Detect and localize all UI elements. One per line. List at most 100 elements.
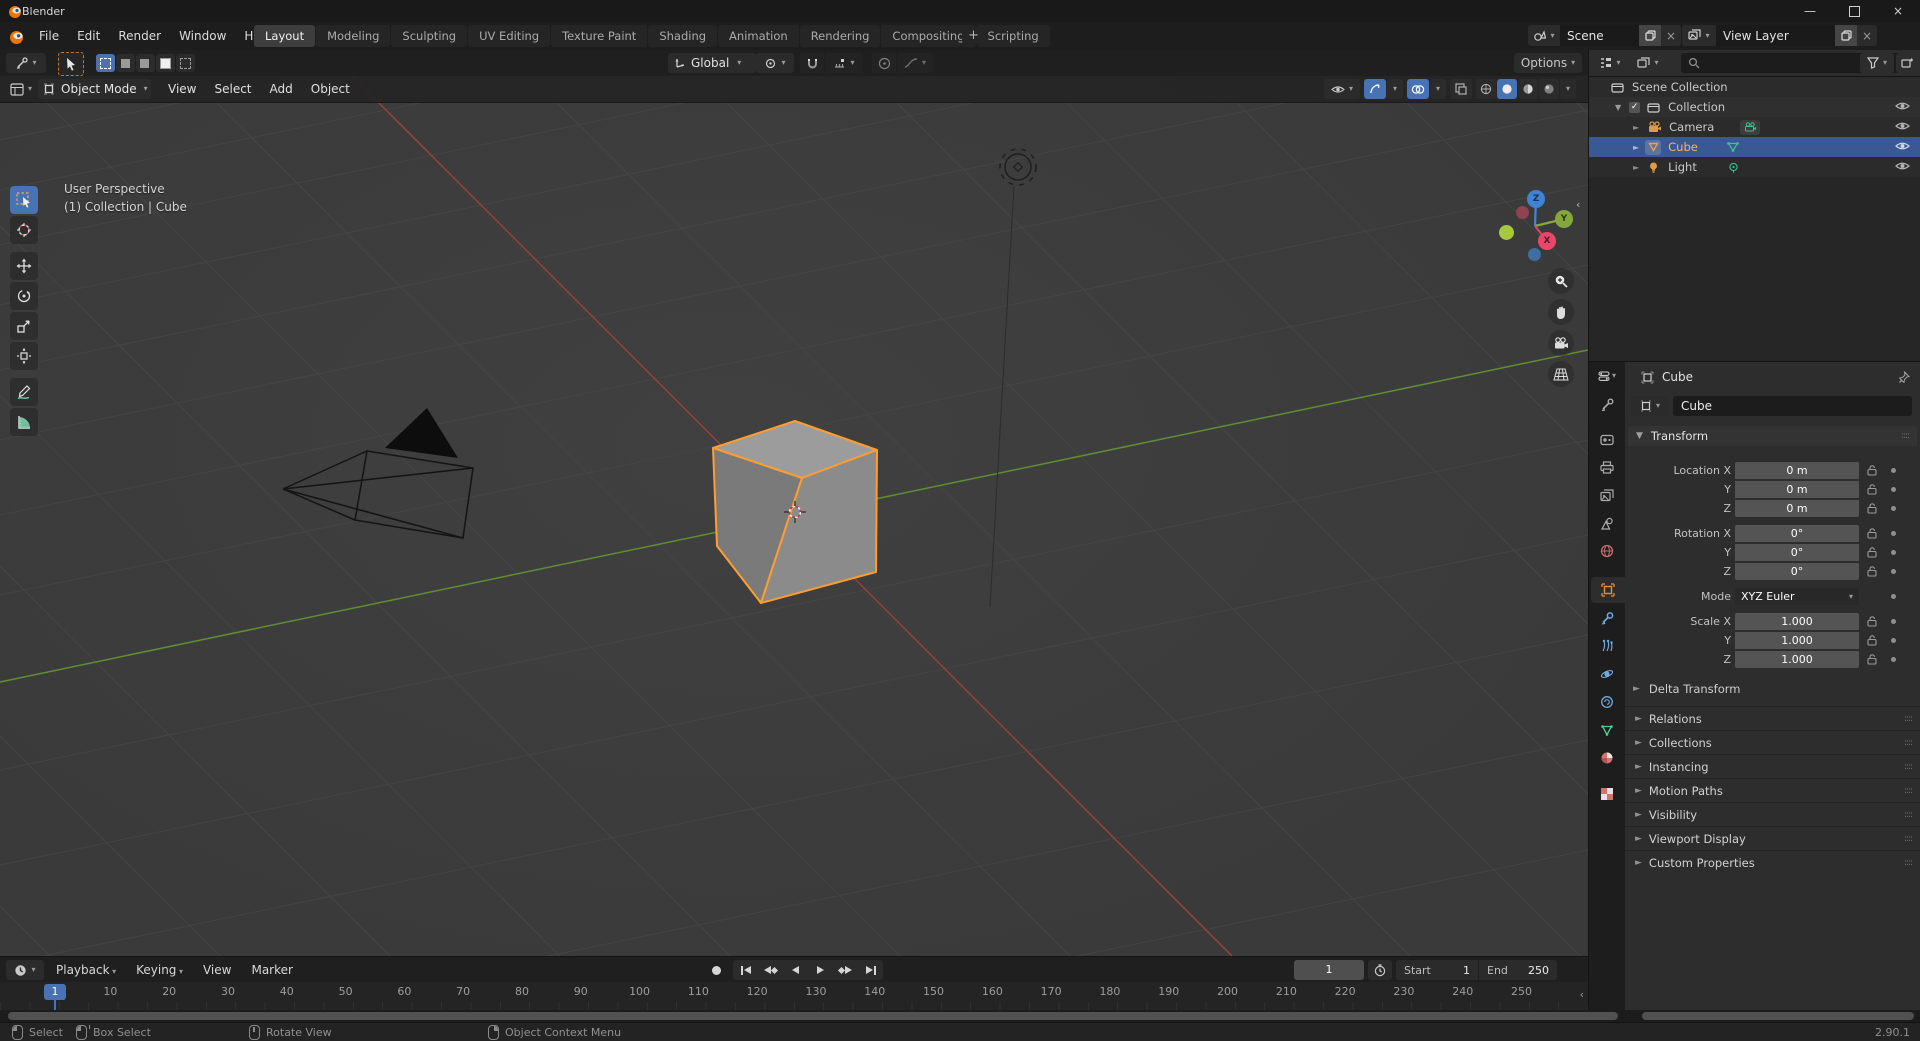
xray-toggle-icon[interactable] [1450, 79, 1472, 99]
section-motion-paths[interactable]: ► Motion Paths:::: [1625, 778, 1920, 803]
timeline-menu-item[interactable]: Keying [126, 963, 193, 977]
workspace-tab[interactable]: Rendering [799, 25, 881, 47]
outliner-row-cube[interactable]: ► Cube [1589, 137, 1920, 157]
scale-z-field[interactable]: 1.000 [1735, 651, 1859, 668]
branch-arrow-icon[interactable]: ► [1633, 123, 1639, 132]
workspace-tab[interactable]: Modeling [316, 25, 391, 47]
tool-move-button[interactable] [10, 252, 38, 280]
timeline-ruler[interactable]: 10 20 30 40 50 60 70 80 90 100 110 120 130 140 150 160 1… [0, 982, 1588, 1010]
light-data-icon[interactable] [1727, 161, 1740, 174]
menu-item[interactable]: File [30, 26, 68, 46]
location-x-field[interactable]: 0 m [1735, 462, 1859, 479]
camera-view-button[interactable] [1548, 330, 1574, 356]
select-mode-subtract-icon[interactable] [136, 54, 155, 72]
animate-dot[interactable] [1891, 657, 1896, 662]
jump-to-start-button[interactable] [733, 960, 758, 980]
properties-scrollbar[interactable] [1642, 1012, 1914, 1020]
animate-dot[interactable] [1891, 594, 1896, 599]
section-relations[interactable]: ► Relations:::: [1625, 706, 1920, 731]
gizmo-neg-x-axis[interactable] [1516, 206, 1529, 219]
snap-target-dropdown[interactable]: ▾ [825, 53, 863, 73]
object-name-input[interactable]: Cube [1673, 396, 1912, 416]
object-id-dropdown[interactable]: ▾ [1631, 396, 1669, 416]
panel-divider-outliner-props[interactable] [1589, 361, 1920, 362]
mesh-data-icon[interactable] [1726, 141, 1740, 153]
panel-divider-vertical[interactable] [1588, 50, 1589, 1010]
animate-dot[interactable] [1891, 638, 1896, 643]
use-preview-range-stopwatch-icon[interactable] [1368, 960, 1392, 980]
animate-dot[interactable] [1891, 531, 1896, 536]
add-workspace-button[interactable]: + [962, 27, 985, 44]
tool-select-box-button[interactable] [10, 186, 38, 214]
menu-item[interactable]: Edit [68, 26, 109, 46]
delta-transform-row[interactable]: ► Delta Transform [1633, 680, 1740, 698]
tab-scene-icon[interactable] [1593, 510, 1621, 536]
tool-annotate-button[interactable] [10, 378, 38, 406]
camera-data-icon[interactable] [1740, 119, 1761, 135]
shading-wireframe-icon[interactable] [1476, 79, 1496, 99]
play-button[interactable] [808, 960, 833, 980]
tool-measure-button[interactable] [10, 408, 38, 436]
section-custom-properties[interactable]: ► Custom Properties:::: [1625, 850, 1920, 875]
current-frame-field[interactable]: 1 [1294, 960, 1364, 980]
lock-icon[interactable] [1867, 528, 1877, 539]
outliner-row-scene-collection[interactable]: Scene Collection [1589, 77, 1920, 97]
gizmo-neg-z-axis[interactable] [1528, 248, 1541, 261]
new-collection-icon[interactable] [1896, 53, 1918, 73]
outliner-row-camera[interactable]: ► Camera [1589, 117, 1920, 137]
menu-item[interactable]: Render [109, 26, 170, 46]
animate-dot[interactable] [1891, 468, 1896, 473]
animate-dot[interactable] [1891, 506, 1896, 511]
expand-arrow-icon[interactable]: ▼ [1615, 103, 1621, 112]
tab-constraints-icon[interactable] [1593, 689, 1621, 715]
viewport-menu-item[interactable]: Select [205, 79, 260, 99]
tab-material-icon[interactable] [1593, 745, 1621, 771]
section-visibility[interactable]: ► Visibility:::: [1625, 802, 1920, 827]
pivot-point-dropdown[interactable]: ▾ [756, 53, 794, 73]
unlink-scene-icon[interactable]: × [1661, 25, 1681, 46]
animate-dot[interactable] [1891, 487, 1896, 492]
section-collections[interactable]: ► Collections:::: [1625, 730, 1920, 755]
jump-to-end-button[interactable] [858, 960, 883, 980]
tab-modifiers-icon[interactable] [1593, 605, 1621, 631]
menu-item[interactable]: Window [170, 26, 235, 46]
next-keyframe-button[interactable] [833, 960, 858, 980]
timeline-menu-item[interactable]: View [193, 963, 241, 977]
editor-type-properties-icon[interactable]: ▾ [1591, 366, 1623, 386]
lock-icon[interactable] [1867, 547, 1877, 558]
tab-tool-icon[interactable] [1593, 392, 1621, 418]
viewport-3d[interactable]: ▾ Object Mode ▾ View Select Add Object ▾ ▾ [0, 76, 1588, 956]
minimize-button[interactable]: — [1788, 0, 1832, 22]
show-overlays-icon[interactable] [1407, 79, 1429, 99]
workspace-tab[interactable]: Sculpting [391, 25, 468, 47]
options-button[interactable]: Options ▾ [1514, 53, 1582, 73]
outliner-row-light[interactable]: ► Light [1589, 157, 1920, 177]
record-button[interactable] [704, 960, 729, 980]
view-layer-name[interactable]: View Layer [1716, 25, 1835, 46]
prev-keyframe-button[interactable] [758, 960, 783, 980]
timeline-menu-item[interactable]: Marker [241, 963, 302, 977]
object-visibility-dropdown[interactable]: ▾ [1324, 79, 1360, 99]
shading-material-icon[interactable] [1518, 79, 1538, 99]
frame-end-field[interactable]: End 250 [1479, 960, 1557, 980]
lock-icon[interactable] [1867, 616, 1877, 627]
shading-dropdown[interactable]: ▾ [1560, 79, 1576, 99]
eye-icon[interactable] [1895, 160, 1910, 172]
close-button[interactable]: × [1876, 0, 1920, 22]
scene-icon[interactable]: ▾ [1528, 25, 1560, 46]
tool-scale-button[interactable] [10, 312, 38, 340]
eye-icon[interactable] [1895, 140, 1910, 152]
gizmo-neg-y-axis[interactable] [1499, 225, 1514, 240]
location-y-field[interactable]: 0 m [1735, 481, 1859, 498]
tab-output-icon[interactable] [1593, 454, 1621, 480]
tab-texture-icon[interactable] [1593, 781, 1621, 807]
show-gizmo-icon[interactable] [1364, 79, 1386, 99]
lock-icon[interactable] [1867, 484, 1877, 495]
tool-rotate-button[interactable] [10, 282, 38, 310]
scene-name[interactable]: Scene [1560, 25, 1639, 46]
maximize-button[interactable] [1832, 0, 1876, 22]
new-view-layer-icon[interactable] [1835, 25, 1857, 46]
zoom-button[interactable] [1548, 268, 1574, 294]
outliner-row-collection[interactable]: ▼ ✓ Collection [1589, 97, 1920, 117]
viewport-menu-item[interactable]: Object [302, 79, 359, 99]
